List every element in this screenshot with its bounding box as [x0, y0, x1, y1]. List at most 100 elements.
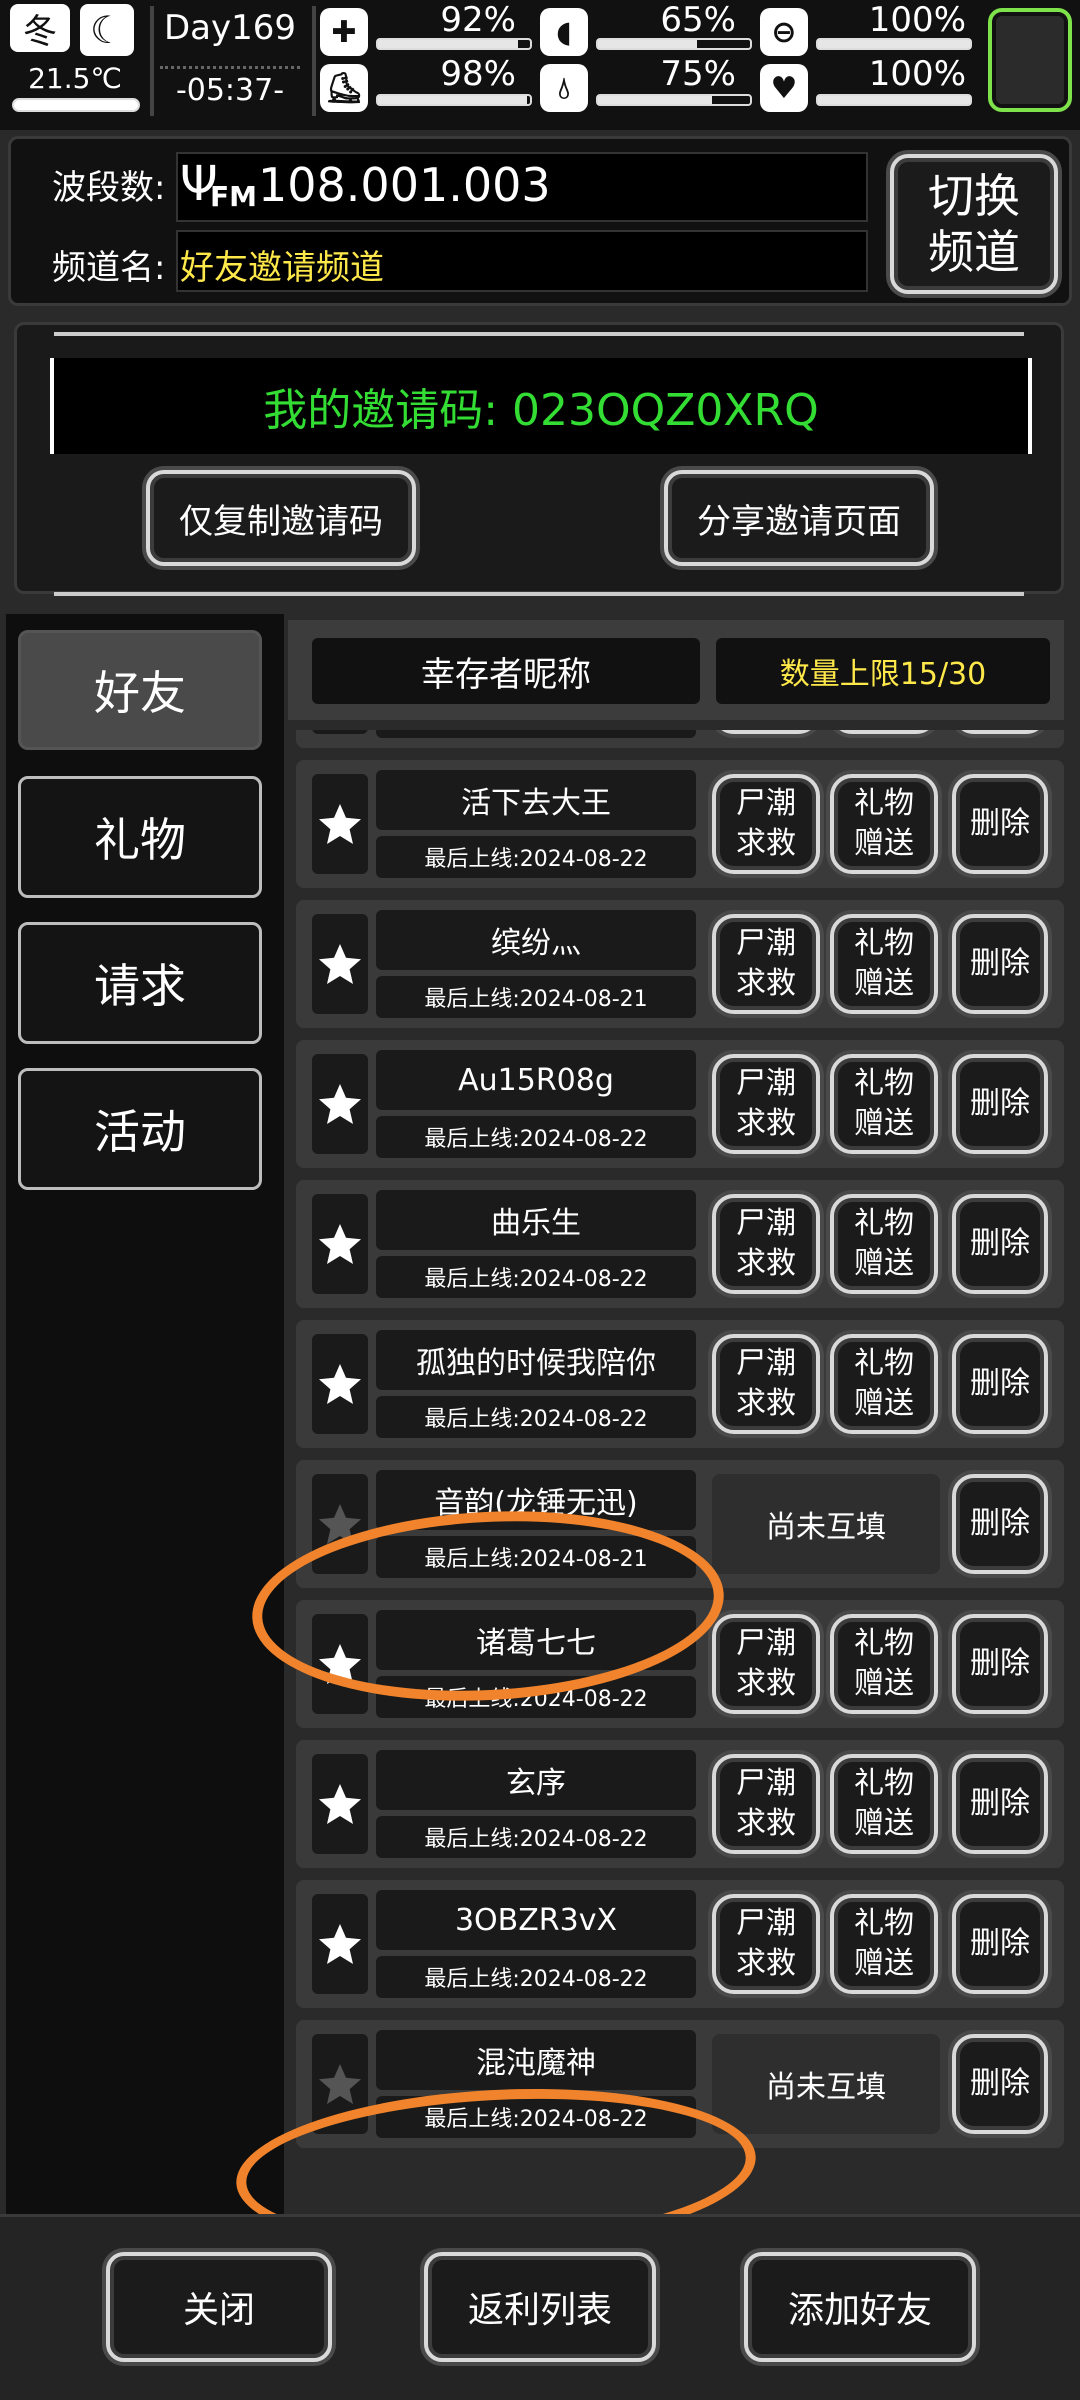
send-gift-button[interactable]: 礼物赠送 [830, 1194, 938, 1294]
zombie-rescue-button[interactable]: 尸潮求救 [712, 1894, 820, 1994]
zombie-rescue-label: 尸潮求救 [736, 1906, 796, 1981]
delete-friend-label: 删除 [970, 946, 1030, 981]
send-gift-button[interactable]: 礼物赠送 [830, 914, 938, 1014]
switch-channel-label: 切换频道 [928, 169, 1020, 279]
friend-row: 我是生存大师最后上线:2024-08-22尸潮求救礼物赠送删除 [296, 730, 1064, 748]
add-friend-button[interactable]: 添加好友 [744, 2252, 976, 2362]
favorite-star-icon[interactable] [312, 1334, 368, 1434]
tab-friends-label: 好友 [94, 666, 186, 720]
send-gift-button[interactable]: 礼物赠送 [830, 1054, 938, 1154]
delete-friend-button[interactable]: 删除 [952, 2034, 1048, 2134]
send-gift-button[interactable]: 礼物赠送 [830, 774, 938, 874]
day-counter: Day169 [163, 8, 297, 48]
favorite-star-icon[interactable] [312, 1894, 368, 1994]
zombie-rescue-button[interactable]: 尸潮求救 [712, 1334, 820, 1434]
health-bar-fill [378, 40, 518, 48]
temperature-bar [12, 98, 140, 112]
not-mutual-status: 尚未互填 [712, 1474, 940, 1574]
mood-percent: 100% [868, 54, 966, 94]
season-icon: 冬 [10, 4, 70, 52]
divider [312, 6, 316, 116]
favorite-star-icon[interactable] [312, 1754, 368, 1854]
send-gift-label: 礼物赠送 [854, 1066, 914, 1141]
send-gift-button[interactable]: 礼物赠送 [830, 1614, 938, 1714]
zombie-rescue-label: 尸潮求救 [736, 1766, 796, 1841]
delete-friend-label: 删除 [970, 1366, 1030, 1401]
mood-bar-fill [818, 96, 970, 104]
send-gift-label: 礼物赠送 [854, 1626, 914, 1701]
friend-row: 3OBZR3vX 最后上线:2024-08-22 尸潮求救 礼物赠送 删除 [296, 1880, 1064, 2008]
delete-friend-label: 删除 [970, 1226, 1030, 1261]
delete-friend-label: 删除 [970, 1086, 1030, 1121]
nickname-header: 幸存者昵称 [312, 638, 700, 704]
zombie-rescue-label: 尸潮求救 [736, 786, 796, 861]
send-gift-button[interactable]: 礼物赠送 [830, 1334, 938, 1434]
temperature-label: 21.5℃ [28, 62, 122, 95]
zombie-rescue-button[interactable]: 尸潮求救 [712, 730, 820, 734]
channel-name: 好友邀请频道 [180, 248, 384, 288]
equipment-slot[interactable] [988, 8, 1072, 112]
status-bar: 冬 ☾ 21.5℃ Day169 -05:37- ✚ 92% ◖ 65% ⊖ 1… [0, 0, 1080, 130]
delete-friend-label: 删除 [970, 1786, 1030, 1821]
send-gift-button[interactable]: 礼物赠送 [830, 1894, 938, 1994]
thirst-percent: 75% [660, 54, 736, 94]
send-gift-label: 礼物赠送 [854, 1206, 914, 1281]
zombie-rescue-button[interactable]: 尸潮求救 [712, 1614, 820, 1714]
delete-friend-label: 删除 [970, 1506, 1030, 1541]
send-gift-label: 礼物赠送 [854, 1766, 914, 1841]
delete-friend-button[interactable]: 删除 [952, 1614, 1048, 1714]
last-online: 最后上线:2024-08-21 [376, 976, 696, 1018]
share-invite-button[interactable]: 分享邀请页面 [664, 470, 934, 566]
favorite-star-icon[interactable] [312, 1054, 368, 1154]
delete-friend-button[interactable]: 删除 [952, 1894, 1048, 1994]
zombie-rescue-label: 尸潮求救 [736, 1346, 796, 1421]
medicine-bar-fill [818, 40, 970, 48]
mood-bar [816, 94, 972, 106]
not-mutual-status: 尚未互填 [712, 2034, 940, 2134]
send-gift-button[interactable]: 礼物赠送 [830, 1754, 938, 1854]
favorite-star-icon[interactable] [312, 1194, 368, 1294]
moon-icon: ☾ [80, 4, 134, 56]
frequency-label: 波段数: [52, 168, 166, 208]
stamina-bar-fill [378, 96, 527, 104]
delete-friend-label: 删除 [970, 806, 1030, 841]
copy-code-button[interactable]: 仅复制邀请码 [146, 470, 416, 566]
zombie-rescue-button[interactable]: 尸潮求救 [712, 1054, 820, 1154]
switch-channel-button[interactable]: 切换频道 [890, 154, 1058, 294]
delete-friend-button[interactable]: 删除 [952, 730, 1048, 734]
zombie-rescue-button[interactable]: 尸潮求救 [712, 914, 820, 1014]
close-button[interactable]: 关闭 [106, 2252, 332, 2362]
heart-icon: ♥ [760, 64, 808, 112]
friend-row: 孤独的时候我陪你 最后上线:2024-08-22 尸潮求救 礼物赠送 删除 [296, 1320, 1064, 1448]
hunger-bar [596, 38, 752, 50]
medkit-icon: ✚ [320, 8, 368, 56]
send-gift-label: 礼物赠送 [854, 1906, 914, 1981]
zombie-rescue-label: 尸潮求救 [736, 1206, 796, 1281]
medicine-bar [816, 38, 972, 50]
rebate-list-button[interactable]: 返利列表 [424, 2252, 656, 2362]
friend-name: 活下去大王 [376, 770, 696, 830]
send-gift-label: 礼物赠送 [854, 786, 914, 861]
delete-friend-button[interactable]: 删除 [952, 774, 1048, 874]
friend-row: 玄序 最后上线:2024-08-22 尸潮求救 礼物赠送 删除 [296, 1740, 1064, 1868]
last-online: 最后上线:2024-08-22 [376, 1256, 696, 1298]
send-gift-button[interactable]: 礼物赠送 [830, 730, 938, 734]
frequency-value: 108.001.003 [258, 158, 551, 212]
delete-friend-button[interactable]: 删除 [952, 1054, 1048, 1154]
favorite-star-icon[interactable] [312, 914, 368, 1014]
zombie-rescue-button[interactable]: 尸潮求救 [712, 1754, 820, 1854]
copy-code-label: 仅复制邀请码 [179, 501, 383, 542]
delete-friend-button[interactable]: 删除 [952, 1334, 1048, 1434]
delete-friend-button[interactable]: 删除 [952, 1754, 1048, 1854]
delete-friend-button[interactable]: 删除 [952, 1194, 1048, 1294]
favorite-star-icon[interactable] [312, 730, 368, 734]
divider [150, 6, 154, 116]
thirst-bar [596, 94, 752, 106]
zombie-rescue-button[interactable]: 尸潮求救 [712, 774, 820, 874]
delete-friend-button[interactable]: 删除 [952, 914, 1048, 1014]
stamina-percent: 98% [440, 54, 516, 94]
friend-row: 活下去大王 最后上线:2024-08-22 尸潮求救 礼物赠送 删除 [296, 760, 1064, 888]
zombie-rescue-button[interactable]: 尸潮求救 [712, 1194, 820, 1294]
favorite-star-icon[interactable] [312, 774, 368, 874]
delete-friend-button[interactable]: 删除 [952, 1474, 1048, 1574]
